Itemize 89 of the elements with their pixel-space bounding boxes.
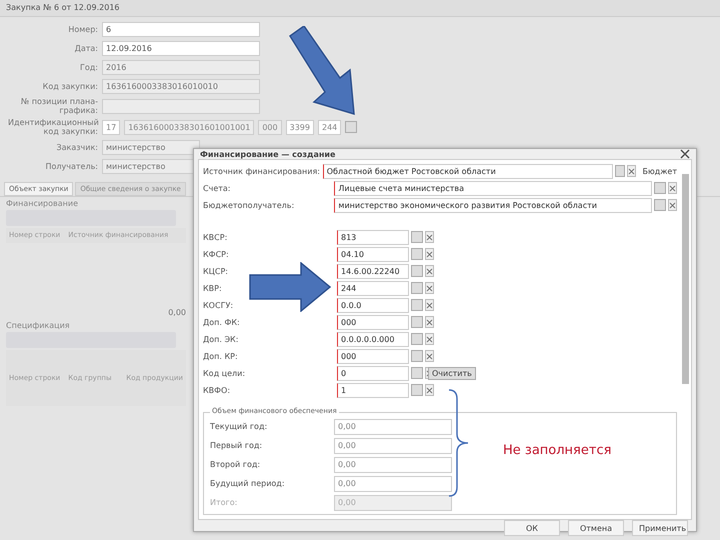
clear-button[interactable] — [425, 248, 434, 260]
field-label: Доп. КР: — [203, 352, 239, 360]
total-value: 0,00 — [168, 308, 186, 317]
select-button[interactable] — [411, 316, 423, 328]
input-field[interactable]: 14.6.00.22240 — [337, 264, 409, 278]
select-button[interactable] — [654, 199, 666, 211]
field-label: № позиции плана-графика: — [20, 97, 98, 115]
section-title: Финансирование — [6, 199, 78, 208]
clear-button[interactable] — [425, 282, 434, 294]
clear-button[interactable] — [425, 231, 434, 243]
clear-button[interactable] — [627, 165, 636, 177]
clear-button[interactable] — [668, 182, 677, 194]
field-label: Идентификационный код закупки: — [8, 118, 98, 136]
select-button[interactable] — [411, 367, 423, 379]
select-button[interactable] — [345, 121, 358, 133]
input-field[interactable]: 0 — [337, 366, 409, 380]
cancel-button[interactable]: Отмена — [568, 520, 624, 536]
field-label: Доп. ФК: — [203, 318, 241, 326]
input-field[interactable]: 0,00 — [334, 456, 452, 472]
field-label: Номер: — [67, 24, 98, 34]
input-field[interactable]: 3399 — [286, 120, 314, 134]
close-icon[interactable] — [680, 149, 690, 159]
window-title: Закупка № 6 от 12.09.2016 — [0, 0, 720, 17]
field-label: Текущий год: — [210, 422, 268, 431]
field-label: Год: — [79, 62, 98, 72]
select-button[interactable] — [411, 350, 423, 362]
input-field[interactable]: 0,00 — [334, 418, 452, 434]
input-field[interactable]: 0,00 — [334, 438, 452, 454]
input-field[interactable]: 12.09.2016 — [102, 40, 260, 56]
field-label: Второй год: — [210, 460, 262, 469]
select-button[interactable] — [411, 265, 423, 277]
field-label: Дата: — [74, 44, 98, 52]
scrollbar[interactable] — [682, 174, 689, 384]
field-label: КВР: — [203, 284, 223, 292]
field-label: Получатель: — [44, 162, 98, 170]
input-field[interactable]: 6 — [102, 22, 260, 36]
input-field[interactable]: 244 — [318, 120, 342, 134]
select-button[interactable] — [654, 182, 666, 194]
dialog-title: Финансирование — создание — [200, 150, 336, 158]
field-label: Счета: — [203, 184, 232, 192]
select-button[interactable] — [411, 333, 423, 345]
select-button[interactable] — [411, 282, 423, 294]
field-label: Код цели: — [203, 368, 246, 378]
clear-button[interactable] — [425, 350, 434, 362]
clear-button[interactable] — [425, 265, 434, 277]
field-label: Доп. ЭК: — [203, 334, 240, 344]
field-label: Бюджетополучатель: — [203, 200, 296, 210]
input-field[interactable]: 813 — [337, 230, 409, 244]
field-label: Заказчик: — [56, 142, 98, 152]
input-field[interactable]: 0.0.0 — [337, 298, 409, 312]
clear-button[interactable] — [425, 384, 434, 396]
field-label: Будущий период: — [210, 479, 286, 488]
apply-button[interactable]: Применить — [632, 520, 688, 536]
input-field[interactable]: 0,00 — [334, 476, 452, 492]
tooltip: Очистить — [428, 367, 476, 380]
budget-label: Бюджет — [642, 166, 677, 176]
section-title: Спецификация — [6, 321, 70, 330]
field-label: КОСГУ: — [203, 300, 234, 310]
select-button[interactable] — [614, 165, 626, 177]
input-field[interactable]: 0.0.0.0.0.000 — [337, 332, 409, 346]
input-field[interactable]: 17 — [102, 120, 120, 134]
input-field[interactable]: 000 — [337, 348, 409, 364]
input-field[interactable]: 1 — [337, 382, 409, 398]
field-label: Итого: — [210, 498, 238, 507]
field-label: КВСР: — [203, 232, 228, 242]
field-label: КФСР: — [203, 250, 230, 258]
select-button[interactable] — [411, 248, 423, 260]
select-button[interactable] — [411, 384, 423, 396]
input-field[interactable]: 000 — [337, 314, 409, 330]
field-label: Источник финансирования: — [203, 166, 321, 176]
input-field[interactable]: министерство экономического развития Ростовской области — [334, 198, 652, 212]
clear-button[interactable] — [425, 299, 434, 311]
input-field[interactable]: 04.10 — [337, 246, 409, 262]
clear-button[interactable] — [425, 316, 434, 328]
input-field[interactable]: Областной бюджет Ростовской области — [322, 164, 613, 178]
select-button[interactable] — [411, 231, 423, 243]
clear-button[interactable] — [425, 333, 434, 345]
field-label: КЦСР: — [203, 266, 229, 276]
input-field[interactable]: 000 — [258, 120, 282, 134]
ok-button[interactable]: ОК — [504, 520, 560, 536]
input-field[interactable]: 163616000338301601001001 — [124, 120, 254, 134]
select-button[interactable] — [411, 299, 423, 311]
field-label: Первый год: — [210, 441, 264, 450]
input-field[interactable]: министерство — [102, 140, 200, 154]
input-field[interactable]: 244 — [337, 280, 409, 296]
field-label: КВФО: — [203, 386, 232, 394]
clear-button[interactable] — [668, 199, 677, 211]
input-field[interactable]: Лицевые счета министерства — [334, 180, 652, 196]
field-label: Код закупки: — [42, 82, 98, 90]
